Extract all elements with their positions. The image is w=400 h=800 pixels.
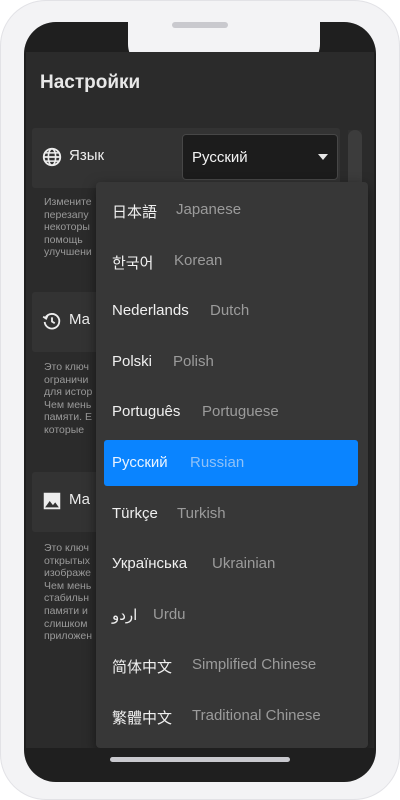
language-select[interactable]: Русский: [182, 134, 338, 180]
language-option-turkish[interactable]: Türkçe Turkish: [104, 491, 358, 537]
language-option-ukrainian[interactable]: Українська Ukrainian: [104, 541, 358, 587]
language-setting-label: Язык: [69, 147, 105, 164]
language-option-portuguese[interactable]: Português Portuguese: [104, 389, 358, 435]
language-option-traditional-chinese[interactable]: 繁體中文 Traditional Chinese: [104, 693, 358, 739]
page-title: Настройки: [40, 72, 141, 93]
history-setting-label: Ма: [69, 311, 91, 328]
language-option-russian[interactable]: Русский Russian: [104, 440, 358, 486]
language-setting-card: Язык Русский: [32, 128, 340, 188]
language-option-dutch[interactable]: Nederlands Dutch: [104, 288, 358, 334]
settings-app: Настройки Язык Русский Измените перезапу…: [26, 52, 374, 748]
history-icon: [41, 310, 65, 334]
language-option-simplified-chinese[interactable]: 简体中文 Simplified Chinese: [104, 642, 358, 688]
language-option-polish[interactable]: Polski Polish: [104, 339, 358, 385]
language-select-value: Русский: [192, 149, 248, 166]
home-indicator[interactable]: [110, 757, 290, 762]
language-option-korean[interactable]: 한국어 Korean: [104, 238, 358, 284]
language-option-japanese[interactable]: 日本語 Japanese: [104, 187, 358, 233]
language-dropdown-menu: 日本語 Japanese 한국어 Korean Nederlands Dutch…: [96, 182, 368, 748]
speaker-grille: [172, 22, 228, 28]
caret-down-icon: [318, 154, 328, 160]
image-icon: [41, 490, 65, 514]
language-option-urdu[interactable]: اردو Urdu: [104, 592, 358, 638]
image-setting-label: Ма: [69, 491, 91, 508]
phone-frame: Настройки Язык Русский Измените перезапу…: [0, 0, 400, 800]
globe-icon: [41, 146, 65, 170]
